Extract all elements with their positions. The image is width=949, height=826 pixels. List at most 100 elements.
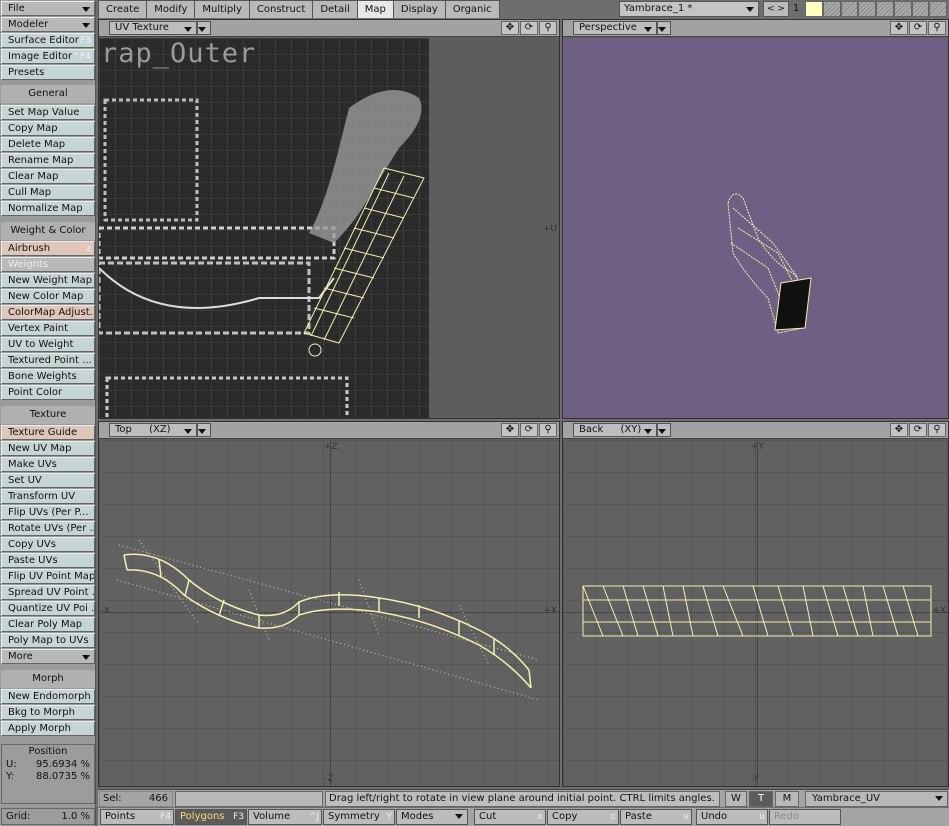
quantize-uv-point-button[interactable]: Quantize UV Poi ...: [1, 601, 95, 616]
rotate-view-icon[interactable]: ⟳: [520, 21, 538, 35]
bkg-to-morph-button[interactable]: Bkg to Morph: [1, 705, 95, 720]
undo-button[interactable]: Undo u: [696, 809, 768, 825]
rotate-uvs-button[interactable]: Rotate UVs (Per ...: [1, 521, 95, 536]
zoom-view-icon[interactable]: ⚲: [928, 423, 946, 437]
modes-dropdown[interactable]: Modes: [396, 809, 468, 825]
layer-1-button[interactable]: [805, 1, 823, 17]
perspective-viewport[interactable]: Perspective ✥ ⟳ ⚲: [562, 19, 949, 419]
vertex-paint-button[interactable]: Vertex Paint: [1, 321, 95, 336]
uv-texture-viewport[interactable]: UV Texture ✥ ⟳ ⚲ rap_Outer +U: [98, 19, 560, 419]
view-type-dropdown[interactable]: Top (XZ): [109, 423, 197, 437]
apply-morph-button[interactable]: Apply Morph: [1, 721, 95, 736]
view-type-dropdown[interactable]: UV Texture: [109, 21, 197, 35]
object-selector[interactable]: Yambrace_1 *: [619, 1, 759, 17]
flip-uvs-button[interactable]: Flip UVs (Per P...: [1, 505, 95, 520]
move-view-icon[interactable]: ✥: [501, 423, 519, 437]
cut-button[interactable]: Cut x: [474, 809, 546, 825]
point-color-button[interactable]: Point Color: [1, 385, 95, 400]
make-uvs-button[interactable]: Make UVs: [1, 457, 95, 472]
copy-uvs-button[interactable]: Copy UVs: [1, 537, 95, 552]
top-viewport[interactable]: Top (XZ) ✥ ⟳ ⚲ +Z -Z -X +X: [98, 421, 560, 787]
weight-map-button[interactable]: W: [725, 791, 747, 807]
set-map-value-button[interactable]: Set Map Value: [1, 105, 95, 120]
clear-map-button[interactable]: Clear Map _: [1, 169, 95, 184]
layer-4-button[interactable]: [858, 1, 876, 17]
clear-poly-map-button[interactable]: Clear Poly Map: [1, 617, 95, 632]
paste-button[interactable]: Paste v: [620, 809, 692, 825]
spread-uv-point-button[interactable]: Spread UV Point ...: [1, 585, 95, 600]
view-type-dropdown[interactable]: Perspective: [573, 21, 657, 35]
perspective-canvas[interactable]: [563, 38, 948, 418]
layer-7-button[interactable]: [911, 1, 930, 17]
colormap-adjust-button[interactable]: ColorMap Adjust...: [1, 305, 95, 320]
view-type-dropdown[interactable]: Back (XY): [573, 423, 657, 437]
polygons-mode-button[interactable]: Polygons F3: [175, 809, 247, 825]
airbrush-button[interactable]: Airbrush z: [1, 241, 95, 256]
transform-uv-button[interactable]: Transform UV: [1, 489, 95, 504]
texture-guide-button[interactable]: Texture Guide: [1, 425, 95, 440]
view-options-dropdown[interactable]: [657, 21, 671, 35]
rotate-view-icon[interactable]: ⟳: [909, 21, 927, 35]
view-options-dropdown[interactable]: [197, 423, 211, 437]
move-view-icon[interactable]: ✥: [890, 21, 908, 35]
textured-point-button[interactable]: Textured Point ...: [1, 353, 95, 368]
view-options-dropdown[interactable]: [197, 21, 211, 35]
paste-uvs-button[interactable]: Paste UVs: [1, 553, 95, 568]
move-view-icon[interactable]: ✥: [501, 21, 519, 35]
tab-modify[interactable]: Modify: [146, 0, 196, 18]
layer-5-button[interactable]: [876, 1, 894, 17]
top-canvas[interactable]: +Z -Z -X +X: [99, 440, 559, 786]
copy-button[interactable]: Copy c: [547, 809, 619, 825]
new-weight-map-button[interactable]: New Weight Map: [1, 273, 95, 288]
morph-map-button[interactable]: M: [775, 791, 799, 807]
vertex-map-selector[interactable]: Yambrace_UV: [805, 791, 948, 807]
move-view-icon[interactable]: ✥: [890, 423, 908, 437]
set-uv-button[interactable]: Set UV: [1, 473, 95, 488]
tab-create[interactable]: Create: [98, 0, 148, 18]
cull-map-button[interactable]: Cull Map: [1, 185, 95, 200]
symmetry-button[interactable]: Symmetry Y: [323, 809, 395, 825]
copy-map-button[interactable]: Copy Map: [1, 121, 95, 136]
file-menu[interactable]: File: [1, 1, 95, 16]
layer-prev-next-buttons[interactable]: < >: [763, 1, 789, 17]
rotate-view-icon[interactable]: ⟳: [520, 423, 538, 437]
layer-2-button[interactable]: [822, 1, 841, 17]
view-options-dropdown[interactable]: [657, 423, 671, 437]
tab-map[interactable]: Map: [356, 0, 394, 18]
layer-6-button[interactable]: [893, 1, 912, 17]
flip-uv-point-map-button[interactable]: Flip UV Point Map: [1, 569, 95, 584]
weights-button[interactable]: Weights: [1, 257, 95, 272]
new-color-map-button[interactable]: New Color Map: [1, 289, 95, 304]
tab-detail[interactable]: Detail: [312, 0, 358, 18]
surface-editor-button[interactable]: Surface Editor F3: [1, 33, 95, 48]
layer-8-button[interactable]: [929, 1, 947, 17]
layer-3-button[interactable]: [840, 1, 859, 17]
zoom-view-icon[interactable]: ⚲: [539, 423, 557, 437]
new-endomorph-button[interactable]: New Endomorph: [1, 689, 95, 704]
poly-map-to-uvs-button[interactable]: Poly Map to UVs: [1, 633, 95, 648]
image-editor-button[interactable]: Image Editor ^F4: [1, 49, 95, 64]
zoom-view-icon[interactable]: ⚲: [539, 21, 557, 35]
bone-weights-button[interactable]: Bone Weights: [1, 369, 95, 384]
rotate-view-icon[interactable]: ⟳: [909, 423, 927, 437]
tab-organic[interactable]: Organic: [444, 0, 500, 18]
back-canvas[interactable]: +Y -Y +X: [563, 440, 948, 786]
presets-button[interactable]: Presets: [1, 65, 95, 80]
modeler-menu[interactable]: Modeler: [1, 17, 95, 32]
points-mode-button[interactable]: Points F4: [100, 809, 174, 825]
uv-canvas[interactable]: rap_Outer +U: [99, 38, 559, 418]
texture-map-button[interactable]: T: [749, 791, 773, 807]
redo-button[interactable]: Redo: [769, 809, 841, 825]
back-viewport[interactable]: Back (XY) ✥ ⟳ ⚲ +Y -Y +X: [562, 421, 949, 787]
new-uv-map-button[interactable]: New UV Map: [1, 441, 95, 456]
tab-multiply[interactable]: Multiply: [194, 0, 250, 18]
uv-to-weight-button[interactable]: UV to Weight: [1, 337, 95, 352]
more-menu[interactable]: More: [1, 649, 95, 664]
volume-mode-button[interactable]: Volume ^J: [248, 809, 322, 825]
delete-map-button[interactable]: Delete Map: [1, 137, 95, 152]
tab-display[interactable]: Display: [392, 0, 446, 18]
tab-construct[interactable]: Construct: [248, 0, 314, 18]
rename-map-button[interactable]: Rename Map: [1, 153, 95, 168]
zoom-view-icon[interactable]: ⚲: [928, 21, 946, 35]
normalize-map-button[interactable]: Normalize Map: [1, 201, 95, 216]
